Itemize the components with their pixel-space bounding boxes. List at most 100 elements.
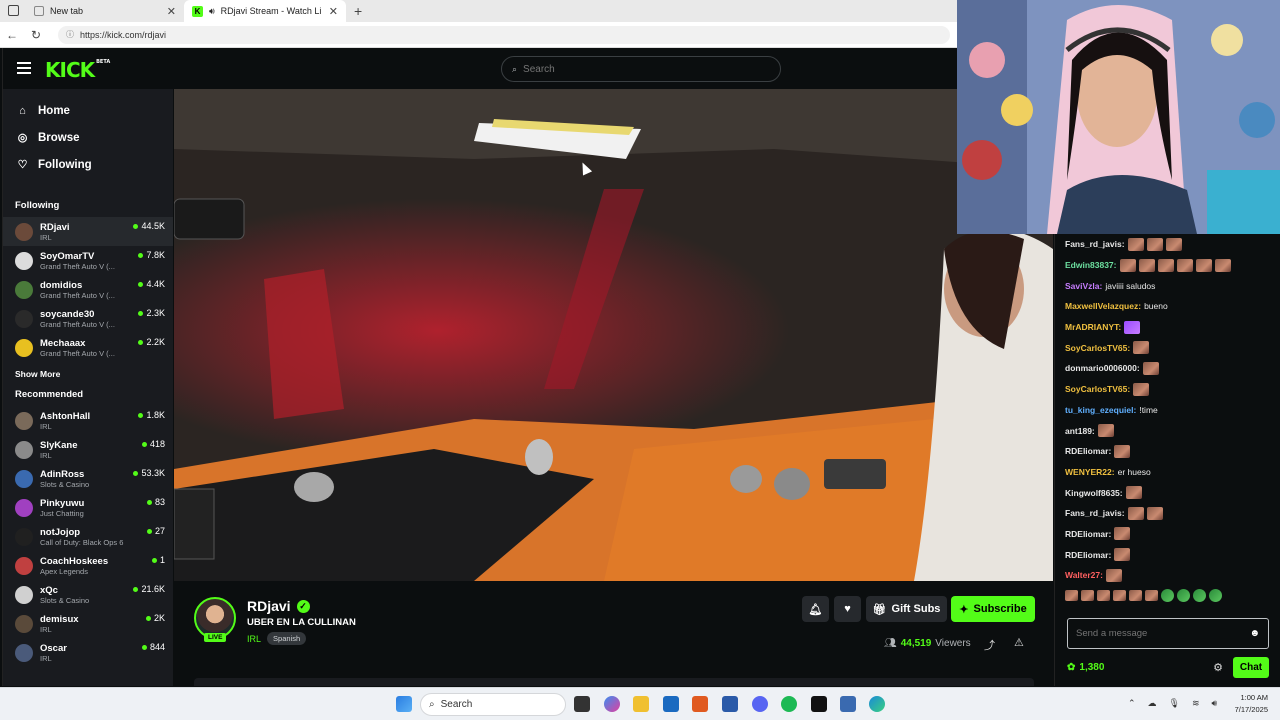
- follow-heart-button[interactable]: ♥: [834, 596, 861, 622]
- chat-username[interactable]: Fans_rd_javis:: [1065, 239, 1125, 249]
- sidebar-channel-domidios[interactable]: domidios Grand Theft Auto V (... 4.4K: [3, 275, 173, 304]
- cloud-icon[interactable]: ☁: [1148, 698, 1157, 709]
- url-field[interactable]: ⓘ https://kick.com/rdjavi: [58, 25, 950, 44]
- show-more-button[interactable]: Show More: [3, 364, 173, 384]
- sidebar-channel-demisux[interactable]: demisux IRL 2K: [3, 609, 173, 638]
- sidebar-channel-coachhoskees[interactable]: CoachHoskees Apex Legends 1: [3, 551, 173, 580]
- sidebar-channel-pinkyuwu[interactable]: Pinkyuwu Just Chatting 83: [3, 493, 173, 522]
- clock[interactable]: 1:00 AM 7/17/2025: [1235, 692, 1268, 716]
- report-warning-icon[interactable]: ⚠: [1014, 636, 1024, 649]
- sidebar-channel-rdjavi[interactable]: RDjavi IRL 44.5K: [3, 217, 173, 246]
- channel-points[interactable]: ✿ 1,380: [1067, 662, 1104, 673]
- chat-message: Fans_rd_javis:: [1055, 234, 1280, 255]
- chat-message: MaxwellVelazquez: bueno: [1055, 296, 1280, 317]
- sidebar-item-browse[interactable]: ◎ Browse: [3, 124, 173, 151]
- gear-icon[interactable]: ⚙: [1213, 661, 1223, 674]
- microphone-icon[interactable]: 🎙︎: [1169, 698, 1180, 709]
- chat-username[interactable]: RDEliomar:: [1065, 550, 1111, 560]
- chat-send-button[interactable]: Chat: [1233, 656, 1269, 678]
- emote-icon: [1114, 548, 1131, 562]
- sidebar-channel-ashtonhall[interactable]: AshtonHall IRL 1.8K: [3, 406, 173, 435]
- chat-username[interactable]: tu_king_ezequiel:: [1065, 405, 1136, 415]
- sidebar-item-following[interactable]: ♡ Following: [3, 151, 173, 178]
- menu-icon[interactable]: [17, 62, 31, 74]
- tab-actions-icon[interactable]: [8, 5, 19, 16]
- chat-input-box[interactable]: ☻: [1067, 618, 1269, 649]
- category-link[interactable]: IRL: [247, 634, 261, 644]
- spotify-icon[interactable]: [781, 696, 797, 712]
- chat-message: Kingwolf8635:: [1055, 482, 1280, 503]
- discord-icon[interactable]: [752, 696, 768, 712]
- viewer-count-value: 53.3K: [141, 468, 165, 478]
- task-view-icon[interactable]: [574, 696, 590, 712]
- wifi-icon[interactable]: ≋: [1192, 698, 1200, 709]
- sidebar-channel-notjojop[interactable]: notJojop Call of Duty: Black Ops 6 27: [3, 522, 173, 551]
- chat-username[interactable]: ant189:: [1065, 426, 1095, 436]
- subscribe-button[interactable]: ✦ Subscribe: [951, 596, 1035, 622]
- chat-message-input[interactable]: [1076, 628, 1250, 639]
- avatar: [15, 498, 33, 517]
- search-input[interactable]: [523, 63, 744, 75]
- windows-start-icon[interactable]: [396, 696, 412, 712]
- sidebar-channel-soycande30[interactable]: soycande30 Grand Theft Auto V (... 2.3K: [3, 304, 173, 333]
- app-icon[interactable]: [840, 696, 856, 712]
- sidebar-channel-slykane[interactable]: SlyKane IRL 418: [3, 435, 173, 464]
- search-bar[interactable]: ⌕: [501, 56, 781, 82]
- notification-bell-button[interactable]: 🔔︎: [802, 596, 829, 622]
- chat-username[interactable]: donmario0006000:: [1065, 363, 1140, 373]
- emoji-icon[interactable]: ☻: [1249, 628, 1260, 639]
- sidebar-channel-mechaaax[interactable]: Mechaaax Grand Theft Auto V (... 2.2K: [3, 333, 173, 362]
- chat-username[interactable]: Fans_rd_javis:: [1065, 508, 1125, 518]
- speaker-icon[interactable]: 🔊︎: [209, 6, 215, 17]
- chat-username[interactable]: Edwin83837:: [1065, 260, 1117, 270]
- store-icon[interactable]: [722, 696, 738, 712]
- chat-message-list: Fans_rd_javis: Edwin83837: SaviVzla: javiii…: [1055, 234, 1280, 586]
- chat-username[interactable]: MaxwellVelazquez:: [1065, 301, 1141, 311]
- reload-icon[interactable]: ↻: [24, 28, 48, 42]
- tab-new-tab[interactable]: New tab ✕: [26, 0, 184, 22]
- chat-username[interactable]: SoyCarlosTV65:: [1065, 343, 1130, 353]
- app-icon[interactable]: [811, 696, 827, 712]
- viewer-count: 21.6K: [133, 584, 165, 594]
- chat-username[interactable]: MrADRIANYT:: [1065, 322, 1121, 332]
- viewer-count-value: 4.4K: [146, 279, 165, 289]
- gift-subs-button[interactable]: 🎁︎ Gift Subs: [866, 596, 947, 622]
- following-section-title: Following: [15, 200, 60, 211]
- language-tag[interactable]: Spanish: [267, 632, 307, 645]
- chat-username[interactable]: Walter27:: [1065, 570, 1103, 580]
- video-player[interactable]: [174, 89, 1053, 581]
- edge-icon[interactable]: [869, 696, 885, 712]
- copilot-icon[interactable]: [604, 696, 620, 712]
- close-icon[interactable]: ✕: [329, 5, 338, 18]
- share-icon[interactable]: ⤴: [984, 637, 995, 653]
- sidebar-channel-soyomartv[interactable]: SoyOmarTV Grand Theft Auto V (... 7.8K: [3, 246, 173, 275]
- sidebar-item-home[interactable]: ⌂ Home: [3, 97, 173, 124]
- sidebar-channel-xqc[interactable]: xQc Slots & Casino 21.6K: [3, 580, 173, 609]
- app-icon[interactable]: [692, 696, 708, 712]
- avatar: [15, 280, 33, 299]
- outlook-icon[interactable]: [663, 696, 679, 712]
- chat-username[interactable]: SaviVzla:: [1065, 281, 1102, 291]
- channel-name[interactable]: RDjavi ✓: [247, 598, 310, 614]
- chat-username[interactable]: RDEliomar:: [1065, 446, 1111, 456]
- close-icon[interactable]: ✕: [167, 5, 176, 18]
- back-arrow-icon[interactable]: ←: [0, 28, 24, 42]
- chat-username[interactable]: Kingwolf8635:: [1065, 488, 1123, 498]
- file-explorer-icon[interactable]: [633, 696, 649, 712]
- viewer-count-value: 2.2K: [146, 337, 165, 347]
- avatar: [15, 338, 33, 357]
- avatar: [15, 251, 33, 270]
- volume-icon[interactable]: 🔊︎: [1212, 698, 1218, 709]
- live-dot-icon: [146, 528, 152, 534]
- taskbar-search[interactable]: ⌕ Search: [420, 693, 566, 716]
- sidebar-channel-oscar[interactable]: Oscar IRL 844: [3, 638, 173, 667]
- new-tab-plus-icon[interactable]: +: [354, 3, 362, 19]
- chevron-up-icon[interactable]: ⌃: [1128, 698, 1136, 709]
- sidebar-channel-adinross[interactable]: AdinRoss Slots & Casino 53.3K: [3, 464, 173, 493]
- tab-rdjavi[interactable]: K 🔊︎ RDjavi Stream - Watch Live o ✕: [184, 0, 346, 22]
- chat-username[interactable]: RDEliomar:: [1065, 529, 1111, 539]
- kick-logo[interactable]: KICK BETA: [45, 58, 110, 82]
- chat-username[interactable]: WENYER22:: [1065, 467, 1115, 477]
- info-icon[interactable]: ⓘ: [66, 29, 74, 40]
- chat-username[interactable]: SoyCarlosTV65:: [1065, 384, 1130, 394]
